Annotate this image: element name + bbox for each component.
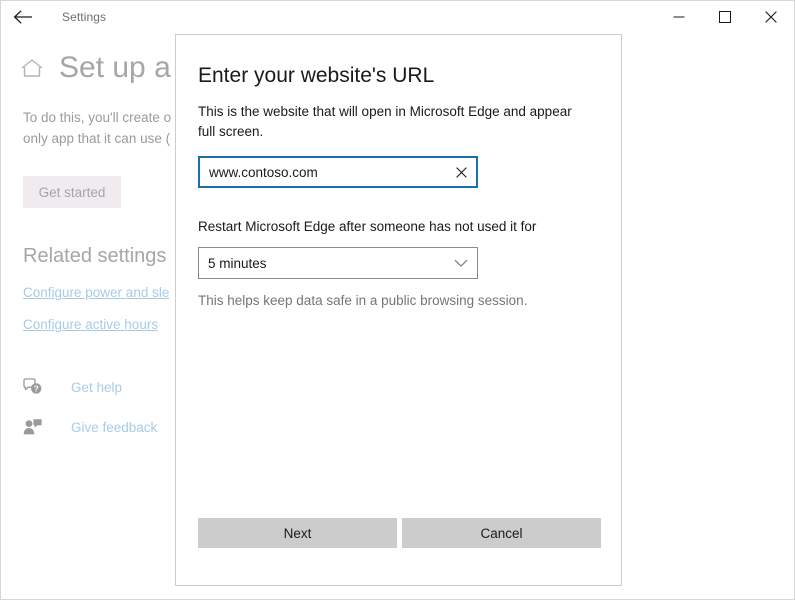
give-feedback-icon [23, 418, 45, 436]
back-button[interactable] [1, 1, 45, 33]
maximize-icon [719, 11, 731, 23]
window-controls [656, 1, 794, 33]
title-bar: Settings [1, 1, 794, 33]
minimize-icon [673, 11, 685, 23]
page-title: Set up a k [59, 51, 194, 85]
get-help-icon: ? [23, 378, 45, 396]
get-started-button[interactable]: Get started [23, 176, 121, 208]
website-url-field[interactable] [198, 156, 478, 188]
url-setup-dialog: Enter your website's URL This is the web… [175, 34, 622, 586]
minimize-button[interactable] [656, 1, 702, 33]
give-feedback-label: Give feedback [71, 420, 157, 435]
settings-window: Settings [0, 0, 795, 600]
cancel-button[interactable]: Cancel [402, 518, 601, 548]
chevron-down-icon [445, 259, 477, 268]
dialog-content: Enter your website's URL This is the web… [198, 63, 599, 585]
svg-text:?: ? [34, 385, 39, 394]
restart-timeout-help-text: This helps keep data safe in a public br… [198, 291, 599, 311]
home-icon [19, 56, 45, 80]
dialog-description: This is the website that will open in Mi… [198, 102, 590, 142]
website-url-input[interactable] [200, 158, 446, 186]
close-button[interactable] [748, 1, 794, 33]
clear-x-icon [456, 167, 467, 178]
close-icon [765, 11, 777, 23]
dialog-actions: Next Cancel [198, 518, 601, 548]
dialog-title: Enter your website's URL [198, 63, 599, 89]
next-button[interactable]: Next [198, 518, 397, 548]
restart-timeout-label: Restart Microsoft Edge after someone has… [198, 217, 599, 237]
window-title: Settings [62, 10, 106, 24]
get-help-label: Get help [71, 380, 122, 395]
clear-url-button[interactable] [446, 158, 476, 186]
restart-timeout-value: 5 minutes [199, 256, 445, 271]
restart-timeout-select[interactable]: 5 minutes [198, 247, 478, 279]
back-arrow-icon [13, 10, 33, 24]
maximize-button[interactable] [702, 1, 748, 33]
